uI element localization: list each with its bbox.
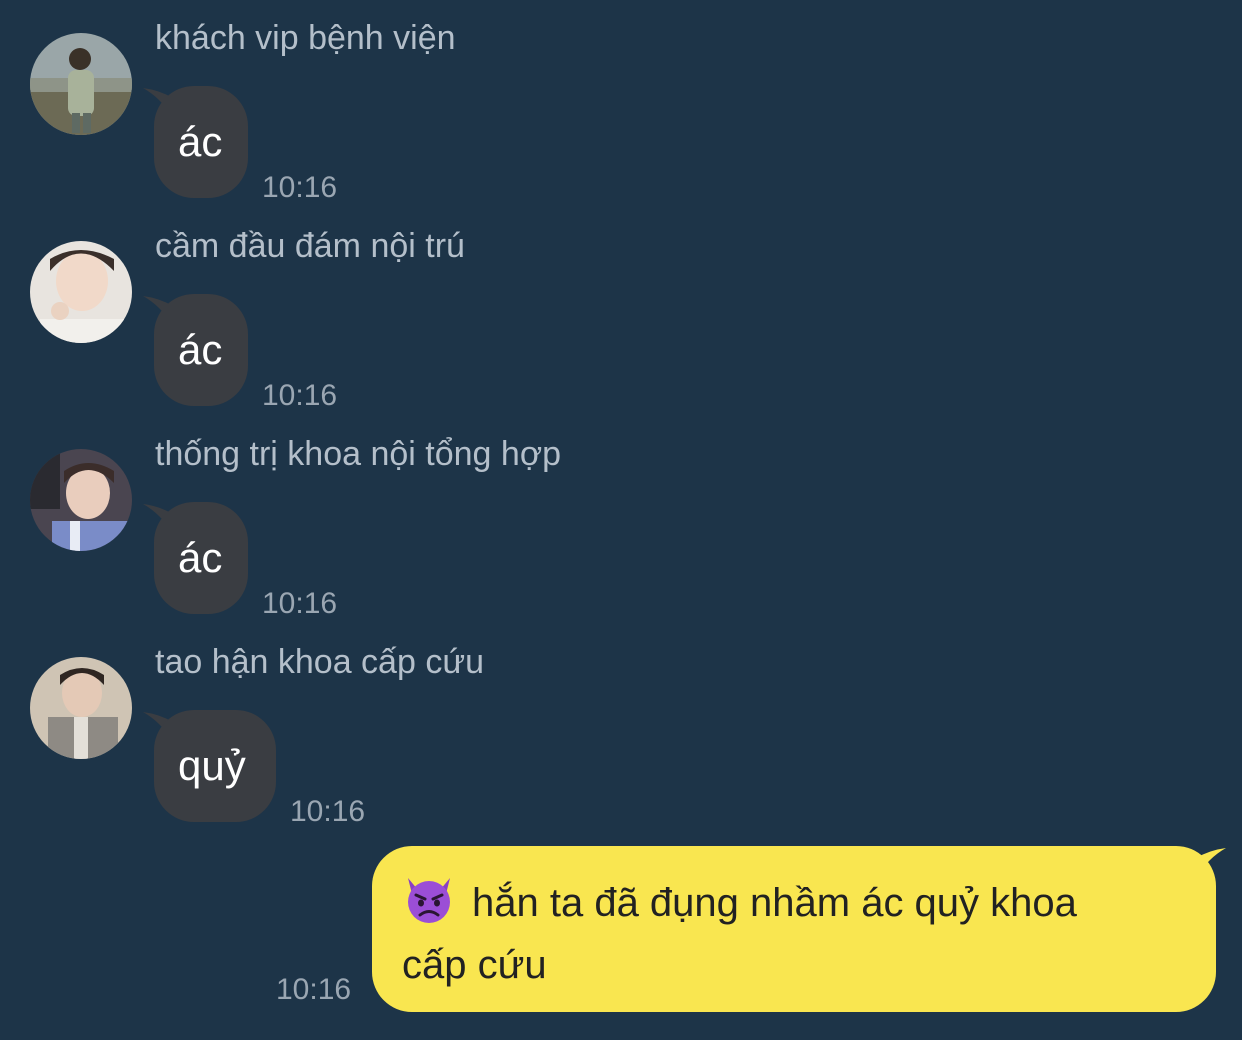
message-bubble[interactable]: ác [154, 502, 248, 614]
avatar[interactable] [30, 449, 132, 551]
sender-name: khách vip bệnh viện [155, 19, 456, 57]
message-row: thống trị khoa nội tổng hợp ác 10:16 [0, 434, 1242, 634]
message-bubble[interactable]: ác [154, 294, 248, 406]
message-time: 10:16 [290, 795, 366, 828]
outgoing-message-bubble[interactable]: hắn ta đã đụng nhầm ác quỷ khoa cấp cứu [372, 846, 1216, 1012]
sender-name: tao hận khoa cấp cứu [155, 643, 484, 681]
angry-devil-emoji-icon [402, 874, 456, 938]
message-time: 10:16 [262, 171, 338, 204]
avatar[interactable] [30, 241, 132, 343]
sender-name: thống trị khoa nội tổng hợp [155, 435, 562, 473]
message-bubble[interactable]: ác [154, 86, 248, 198]
message-row: tao hận khoa cấp cứu quỷ 10:16 [0, 642, 1242, 842]
message-bubble[interactable]: quỷ [154, 710, 276, 822]
sender-name: cầm đầu đám nội trú [155, 227, 465, 265]
avatar[interactable] [30, 657, 132, 759]
message-row: cầm đầu đám nội trú ác 10:16 [0, 226, 1242, 426]
message-time: 10:16 [262, 379, 338, 412]
message-row: khách vip bệnh viện ác 10:16 [0, 18, 1242, 218]
avatar[interactable] [30, 33, 132, 135]
message-time: 10:16 [262, 587, 338, 620]
outgoing-text-line-2: cấp cứu [402, 943, 547, 987]
outgoing-text-line-1: hắn ta đã đụng nhầm ác quỷ khoa [472, 881, 1077, 925]
outgoing-line-1: hắn ta đã đụng nhầm ác quỷ khoa [402, 874, 1186, 938]
outgoing-message-time: 10:16 [276, 973, 352, 1006]
